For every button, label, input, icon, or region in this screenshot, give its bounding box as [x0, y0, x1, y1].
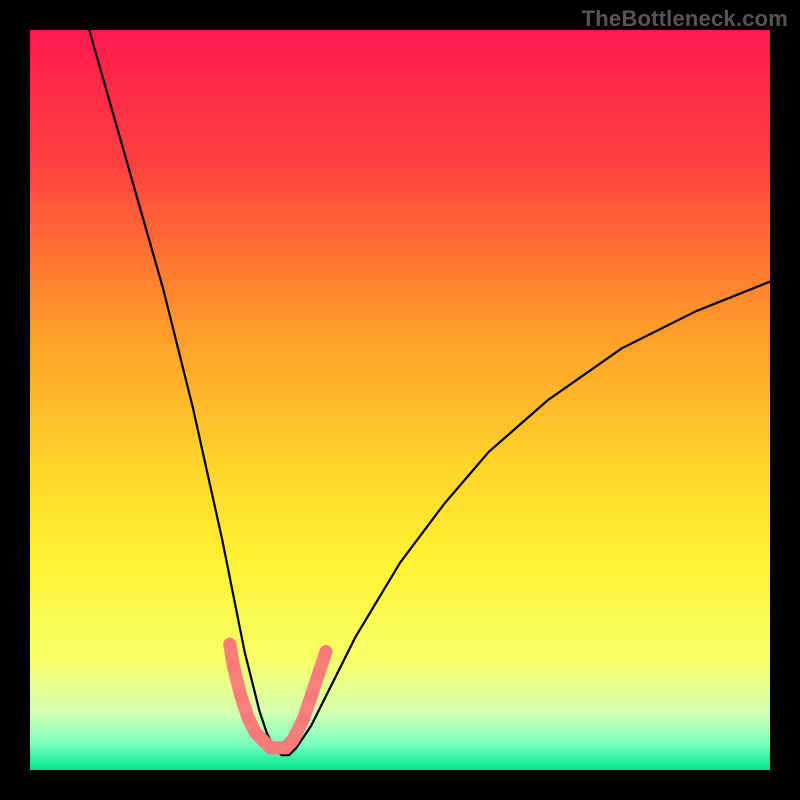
highlight-point [305, 690, 317, 702]
highlight-point [228, 660, 240, 672]
highlight-point [287, 734, 299, 746]
bottleneck-chart [30, 30, 770, 770]
highlight-point [242, 712, 254, 724]
watermark-text: TheBottleneck.com [582, 6, 788, 32]
highlight-point [235, 690, 247, 702]
gradient-background [30, 30, 770, 770]
chart-frame: TheBottleneck.com [0, 0, 800, 800]
highlight-point [320, 646, 332, 658]
highlight-point [224, 638, 236, 650]
highlight-point [298, 712, 310, 724]
highlight-point [313, 668, 325, 680]
plot-area [30, 30, 770, 770]
